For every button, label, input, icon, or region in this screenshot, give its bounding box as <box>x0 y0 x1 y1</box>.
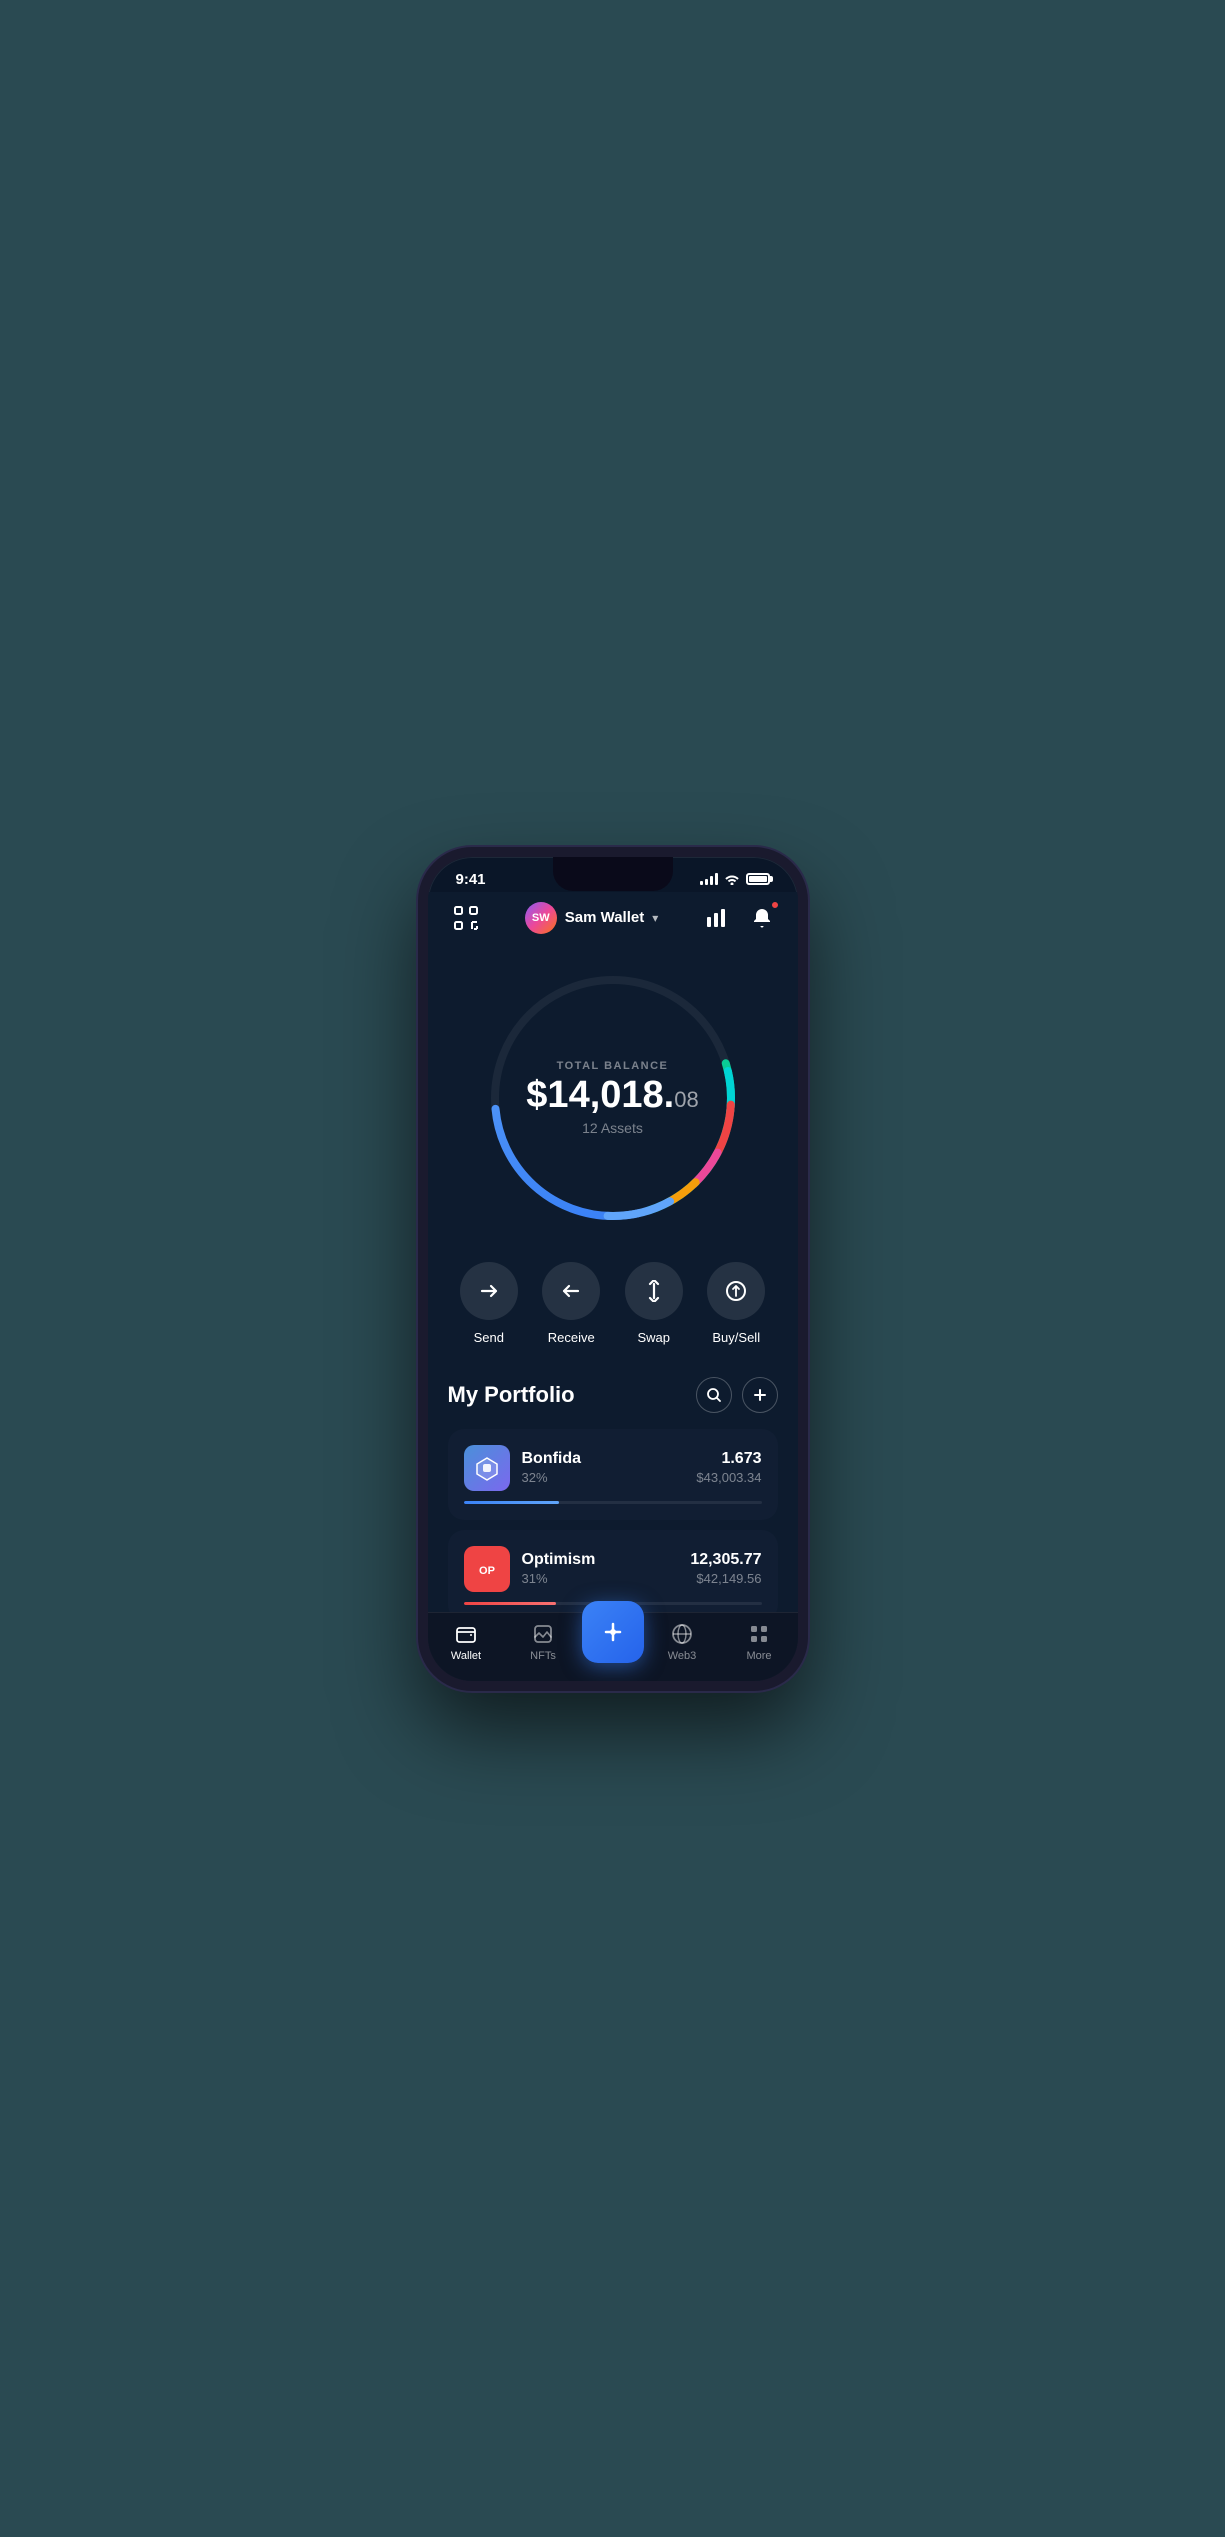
bottom-nav: Wallet NFTs <box>428 1612 798 1681</box>
center-action-button[interactable] <box>582 1601 644 1663</box>
action-buttons: Send Receive Swap <box>428 1238 798 1361</box>
nav-nfts[interactable]: NFTs <box>505 1622 582 1662</box>
wallet-nav-label: Wallet <box>451 1650 481 1662</box>
portfolio-search-button[interactable] <box>696 1377 732 1413</box>
status-icons <box>700 873 770 885</box>
header-right-actions <box>700 902 778 934</box>
bonfida-progress <box>464 1501 762 1504</box>
svg-text:OP: OP <box>479 1565 495 1577</box>
bonfida-value: $43,003.34 <box>696 1470 761 1485</box>
more-nav-icon <box>747 1622 771 1646</box>
more-nav-label: More <box>746 1650 771 1662</box>
optimism-value: $42,149.56 <box>690 1571 761 1586</box>
scan-icon-button[interactable] <box>448 900 484 936</box>
nfts-nav-label: NFTs <box>530 1650 556 1662</box>
wifi-icon <box>724 873 740 885</box>
portfolio-section: My Portfolio <box>428 1361 798 1612</box>
web3-nav-icon <box>670 1622 694 1646</box>
wallet-nav-icon <box>454 1622 478 1646</box>
notch <box>553 857 673 891</box>
nav-center[interactable] <box>582 1621 644 1663</box>
swap-label: Swap <box>637 1330 670 1345</box>
balance-section: TOTAL BALANCE $14,018.08 12 Assets <box>428 948 798 1238</box>
portfolio-add-button[interactable] <box>742 1377 778 1413</box>
total-balance-label: TOTAL BALANCE <box>526 1060 698 1072</box>
balance-center: TOTAL BALANCE $14,018.08 12 Assets <box>526 1060 698 1136</box>
web3-nav-label: Web3 <box>668 1650 697 1662</box>
bonfida-percent: 32% <box>522 1470 582 1485</box>
portfolio-header: My Portfolio <box>448 1377 778 1413</box>
header: SW Sam Wallet ▾ <box>428 892 798 948</box>
avatar: SW <box>525 902 557 934</box>
optimism-percent: 31% <box>522 1571 596 1586</box>
balance-circle-container: TOTAL BALANCE $14,018.08 12 Assets <box>483 968 743 1228</box>
bonfida-name: Bonfida <box>522 1450 582 1468</box>
buy-sell-label: Buy/Sell <box>712 1330 760 1345</box>
optimism-name: Optimism <box>522 1551 596 1569</box>
receive-button[interactable]: Receive <box>542 1262 600 1345</box>
send-label: Send <box>474 1330 504 1345</box>
bonfida-amount: 1.673 <box>696 1450 761 1468</box>
optimism-icon: OP <box>464 1546 510 1592</box>
nfts-nav-icon <box>531 1622 555 1646</box>
send-button[interactable]: Send <box>460 1262 518 1345</box>
assets-count: 12 Assets <box>526 1120 698 1136</box>
notifications-button[interactable] <box>746 902 778 934</box>
swap-button[interactable]: Swap <box>625 1262 683 1345</box>
portfolio-actions <box>696 1377 778 1413</box>
phone-frame: 9:41 <box>418 847 808 1691</box>
notification-badge <box>770 900 780 910</box>
chevron-down-icon: ▾ <box>652 911 658 925</box>
portfolio-title: My Portfolio <box>448 1382 575 1408</box>
bonfida-icon <box>464 1445 510 1491</box>
balance-whole: $14,018. <box>526 1074 674 1116</box>
asset-card-optimism[interactable]: OP Optimism 31% 12,305.77 $42,149.56 <box>448 1530 778 1612</box>
signal-icon <box>700 873 718 885</box>
buy-sell-button[interactable]: Buy/Sell <box>707 1262 765 1345</box>
app-content[interactable]: SW Sam Wallet ▾ <box>428 892 798 1612</box>
balance-cents: 08 <box>674 1087 698 1112</box>
battery-icon <box>746 873 770 885</box>
status-time: 9:41 <box>456 871 486 888</box>
receive-label: Receive <box>548 1330 595 1345</box>
optimism-amount: 12,305.77 <box>690 1551 761 1569</box>
balance-amount: $14,018.08 <box>526 1076 698 1114</box>
nav-wallet[interactable]: Wallet <box>428 1622 505 1662</box>
nav-more[interactable]: More <box>721 1622 798 1662</box>
nav-web3[interactable]: Web3 <box>644 1622 721 1662</box>
wallet-selector[interactable]: SW Sam Wallet ▾ <box>525 902 659 934</box>
analytics-button[interactable] <box>700 902 732 934</box>
asset-card-bonfida[interactable]: Bonfida 32% 1.673 $43,003.34 <box>448 1429 778 1520</box>
wallet-name: Sam Wallet <box>565 909 644 926</box>
